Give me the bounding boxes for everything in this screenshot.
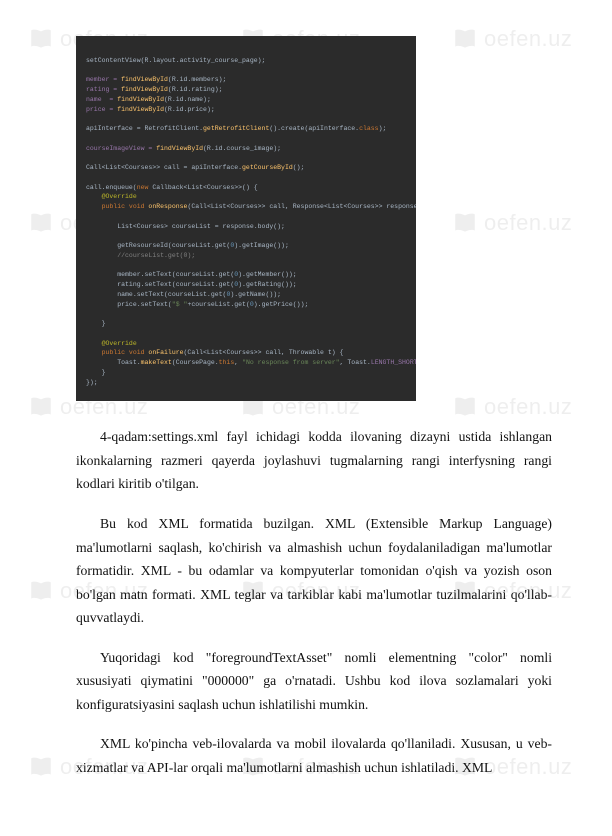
paragraph-3: Yuqoridagi kod "foregroundTextAsset" nom… xyxy=(76,646,552,717)
paragraph-2: Bu kod XML formatida buzilgan. XML (Exte… xyxy=(76,512,552,630)
page-content: setContentView(R.layout.activity_course_… xyxy=(0,0,612,836)
paragraph-4: XML ko'pincha veb-ilovalarda va mobil il… xyxy=(76,732,552,779)
code-screenshot: setContentView(R.layout.activity_course_… xyxy=(76,36,416,401)
paragraph-1: 4-qadam:settings.xml fayl ichidagi kodda… xyxy=(76,425,552,496)
